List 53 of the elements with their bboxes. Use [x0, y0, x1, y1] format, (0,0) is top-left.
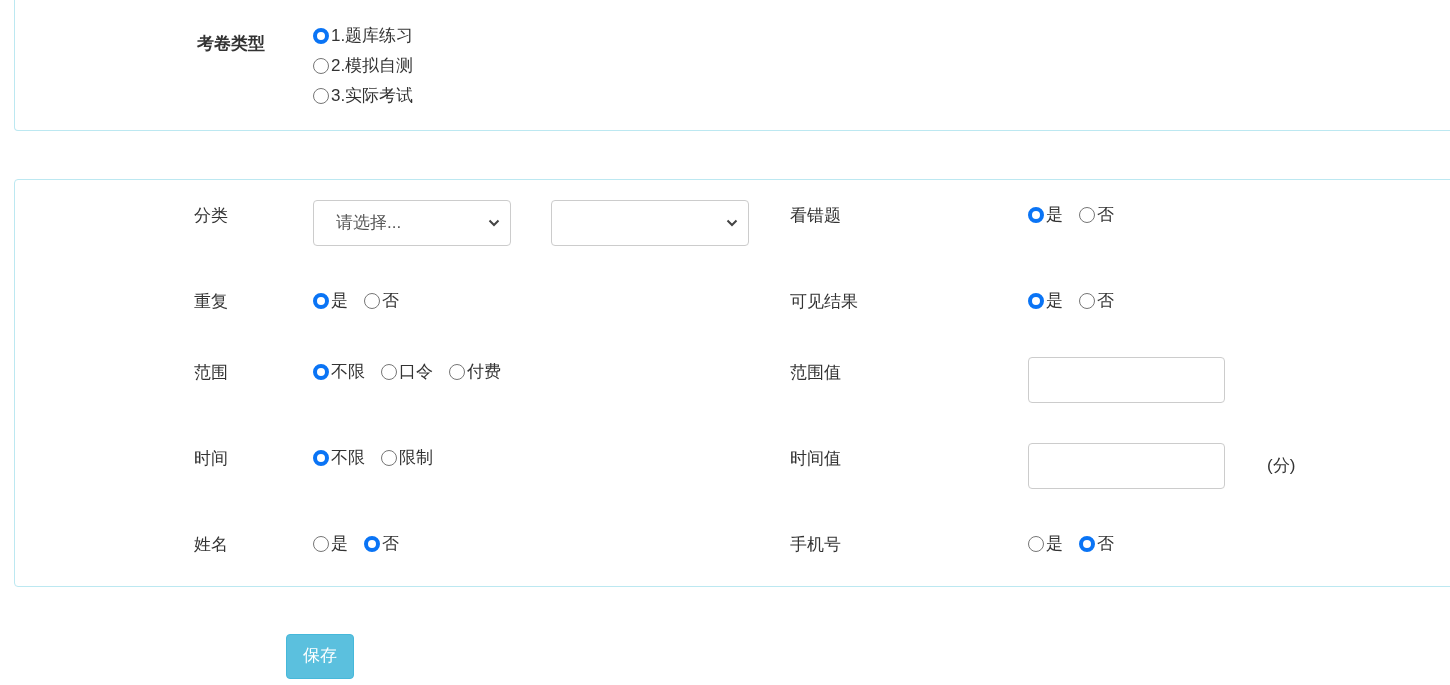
field-label: 时间值: [790, 448, 842, 470]
radio-button[interactable]: [364, 293, 380, 309]
radio-button[interactable]: [1028, 207, 1044, 223]
chevron-down-icon: [726, 219, 738, 227]
option-label: 是: [331, 290, 348, 313]
field-label: 可见结果: [790, 291, 859, 313]
text-field[interactable]: [1028, 357, 1225, 403]
option-label: 否: [1097, 533, 1114, 556]
field-label: 看错题: [790, 205, 842, 227]
option-label: 3.实际考试: [331, 85, 414, 108]
radio-button[interactable]: [381, 450, 397, 466]
field-label: 重复: [194, 291, 229, 313]
field-label: 考卷类型: [197, 33, 266, 55]
option-label: 不限: [331, 447, 365, 470]
radio-button[interactable]: [313, 28, 329, 44]
option-label: 不限: [331, 361, 365, 384]
option-label: 1.题库练习: [331, 25, 414, 48]
option-label: 否: [1097, 204, 1114, 227]
option-label: 2.模拟自测: [331, 55, 414, 78]
option-label: 是: [1046, 290, 1063, 313]
radio-button[interactable]: [364, 536, 380, 552]
option-label: 是: [1046, 204, 1063, 227]
option-label: 否: [382, 290, 399, 313]
radio-button[interactable]: [449, 364, 465, 380]
radio-button[interactable]: [1079, 207, 1095, 223]
option-label: 付费: [467, 361, 501, 384]
option-label: 否: [382, 533, 399, 556]
radio-button[interactable]: [313, 88, 329, 104]
field-label: 分类: [194, 205, 229, 227]
option-label: 是: [331, 533, 348, 556]
text-field[interactable]: [1028, 443, 1225, 489]
radio-button[interactable]: [1079, 536, 1095, 552]
dropdown[interactable]: 请选择...: [313, 200, 511, 246]
radio-button[interactable]: [313, 364, 329, 380]
field-label: 范围值: [790, 362, 842, 384]
option-label: 口令: [399, 361, 433, 384]
radio-button[interactable]: [313, 450, 329, 466]
radio-button[interactable]: [313, 58, 329, 74]
radio-button[interactable]: [1079, 293, 1095, 309]
field-label: 范围: [194, 362, 229, 384]
field-label: 姓名: [194, 534, 229, 556]
field-label: 手机号: [790, 534, 842, 556]
radio-button[interactable]: [381, 364, 397, 380]
option-label: 否: [1097, 290, 1114, 313]
chevron-down-icon: [488, 219, 500, 227]
unit-label: (分): [1267, 455, 1296, 478]
radio-button[interactable]: [1028, 536, 1044, 552]
radio-button[interactable]: [1028, 293, 1044, 309]
field-label: 时间: [194, 448, 229, 470]
option-label: 是: [1046, 533, 1063, 556]
option-label: 限制: [399, 447, 433, 470]
radio-button[interactable]: [313, 536, 329, 552]
radio-button[interactable]: [313, 293, 329, 309]
